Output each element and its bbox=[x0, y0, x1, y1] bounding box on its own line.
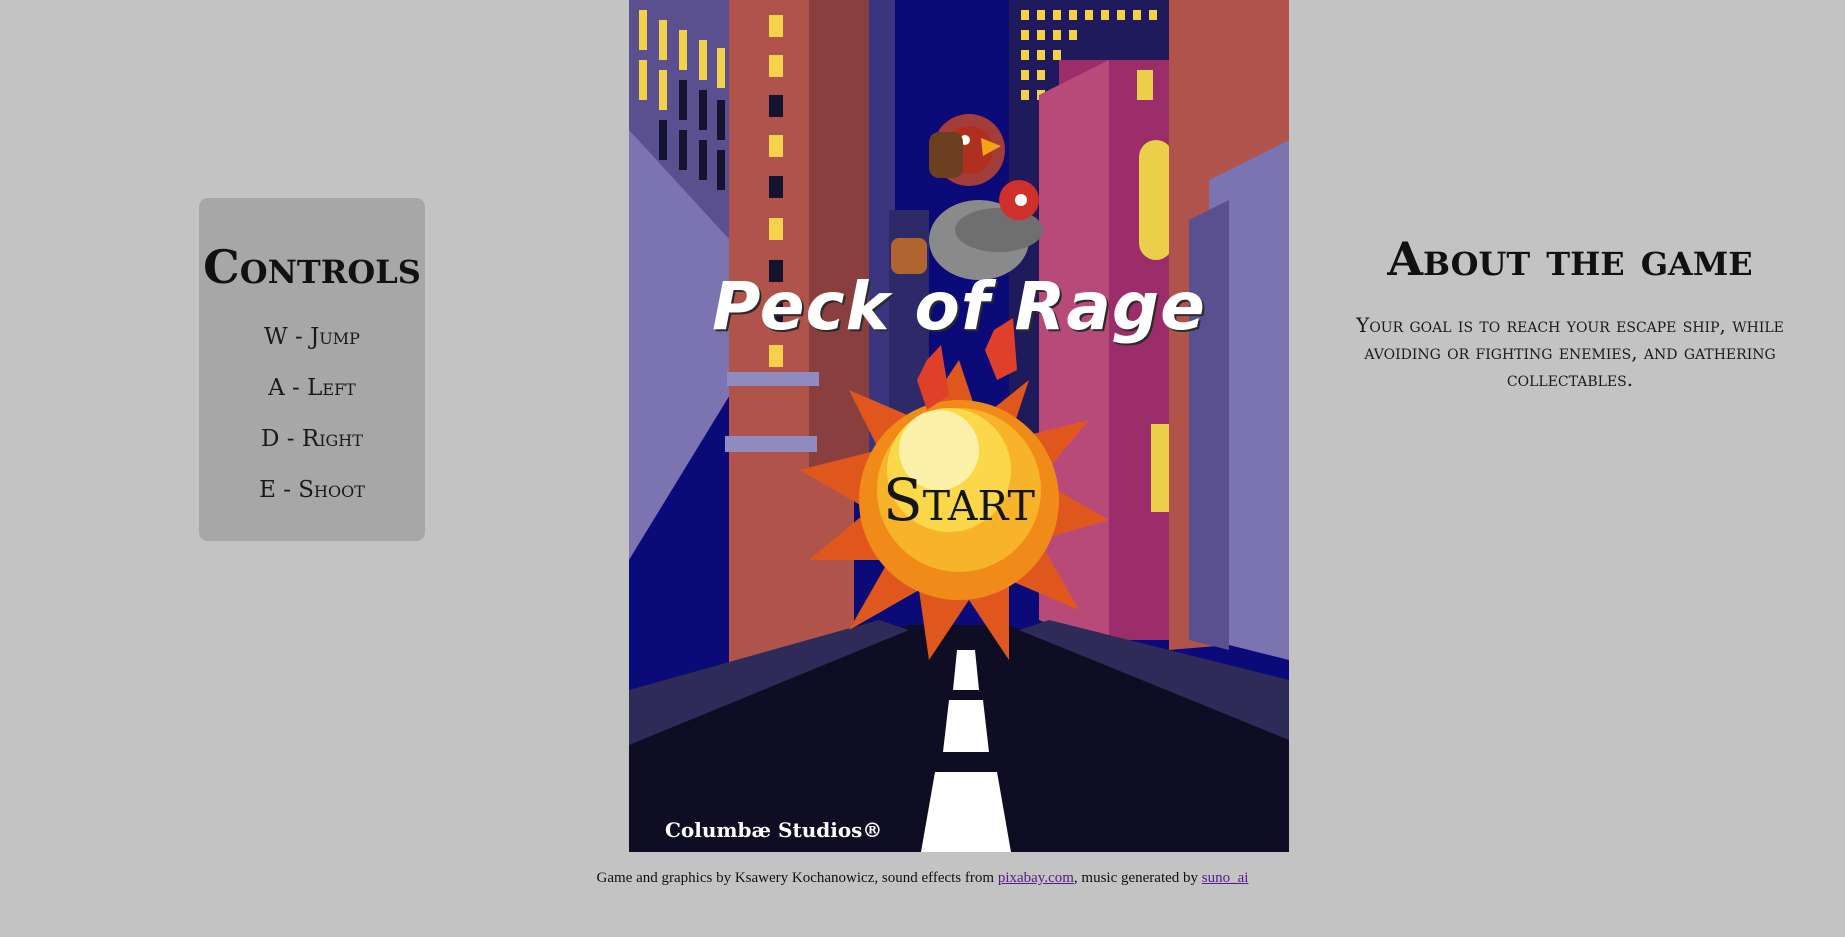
control-jump: W - Jump bbox=[264, 324, 360, 350]
control-shoot: E - Shoot bbox=[259, 477, 365, 503]
controls-panel: Controls W - Jump A - Left D - Right E -… bbox=[199, 198, 425, 541]
about-title: About the game bbox=[1387, 232, 1753, 286]
start-button[interactable]: Start bbox=[859, 460, 1059, 540]
city-scene-illustration bbox=[629, 0, 1289, 852]
game-canvas[interactable]: Peck of Rage Start Columbæ Studios® bbox=[629, 0, 1289, 852]
control-right: D - Right bbox=[261, 426, 363, 452]
studio-logo: Columbæ Studios® bbox=[665, 818, 883, 842]
game-title: Peck of Rage bbox=[712, 268, 1206, 345]
about-text: Your goal is to reach your escape ship, … bbox=[1356, 313, 1784, 391]
controls-title: Controls bbox=[203, 240, 421, 294]
pixabay-link[interactable]: pixabay.com bbox=[998, 870, 1074, 886]
footer-middle: , music generated by bbox=[1073, 870, 1202, 886]
footer-credits: Game and graphics by Ksawery Kochanowicz… bbox=[0, 870, 1845, 887]
control-left: A - Left bbox=[268, 375, 356, 401]
suno-link[interactable]: suno_ai bbox=[1202, 870, 1249, 886]
footer-prefix: Game and graphics by Ksawery Kochanowicz… bbox=[596, 870, 998, 886]
about-panel: About the game Your goal is to reach you… bbox=[1328, 232, 1812, 393]
